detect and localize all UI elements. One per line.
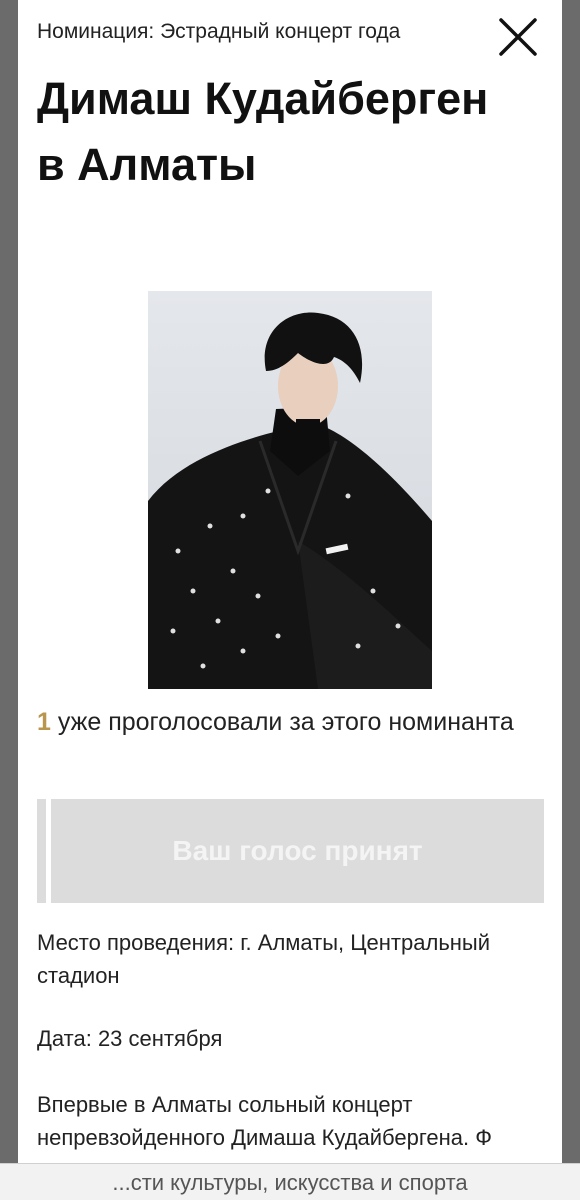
footer-bar: ...сти культуры, искусства и спорта	[0, 1163, 580, 1200]
close-button[interactable]	[498, 17, 538, 57]
nominee-title: Димаш Кудайберген в Алматы	[37, 73, 489, 190]
nominee-modal: Номинация: Эстрадный концерт года Димаш …	[18, 0, 562, 1200]
votes-counter: 1 уже проголосовали за этого номинанта	[37, 706, 537, 738]
page: Номинация: Эстрадный концерт года Димаш …	[0, 0, 580, 1200]
description-text: Впервые в Алматы сольный концерт непревз…	[37, 1092, 492, 1150]
nominee-photo	[148, 291, 432, 689]
vote-button-accent	[37, 799, 46, 903]
nominee-photo-illustration	[148, 291, 432, 689]
date-text: Дата: 23 сентября	[37, 1026, 223, 1051]
nomination-label: Номинация: Эстрадный концерт года	[37, 20, 401, 43]
close-icon	[499, 18, 537, 56]
votes-count: 1	[37, 708, 51, 736]
vote-button[interactable]: Ваш голос принят	[51, 799, 544, 903]
votes-text: уже проголосовали за этого номинанта	[50, 708, 514, 736]
footer-text: ...сти культуры, искусства и спорта	[112, 1169, 468, 1195]
venue-text: Место проведения: г. Алматы, Центральный…	[37, 930, 491, 988]
